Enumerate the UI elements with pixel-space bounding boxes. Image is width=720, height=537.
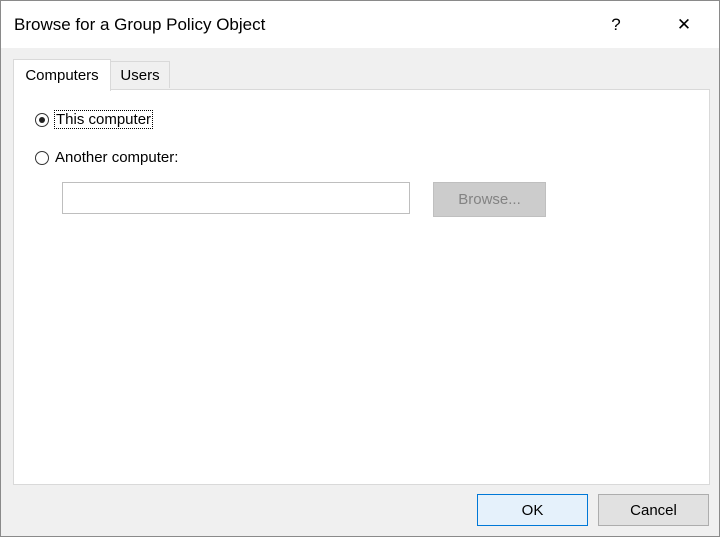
computers-panel: This computer Another computer: Browse..… — [13, 89, 710, 485]
this-computer-label: This computer — [53, 110, 154, 129]
another-computer-option[interactable]: Another computer: — [35, 149, 178, 166]
another-computer-label: Another computer: — [55, 149, 179, 166]
dialog-title: Browse for a Group Policy Object — [14, 15, 266, 34]
tab-users-label: Users — [120, 66, 160, 84]
this-computer-radio[interactable] — [35, 112, 49, 127]
browse-button[interactable]: Browse... — [433, 182, 546, 217]
cancel-button[interactable]: Cancel — [598, 494, 709, 526]
tab-computers-label: Computers — [25, 67, 99, 84]
help-icon: ? — [611, 14, 621, 34]
computer-name-input[interactable] — [62, 182, 410, 214]
this-computer-option[interactable]: This computer — [35, 110, 154, 129]
another-computer-radio[interactable] — [35, 150, 49, 165]
ok-button[interactable]: OK — [477, 494, 588, 526]
title-bar: Browse for a Group Policy Object ? ✕ — [1, 1, 719, 48]
tab-computers[interactable]: Computers — [13, 59, 111, 91]
close-icon: ✕ — [676, 14, 692, 34]
dialog-window: Browse for a Group Policy Object ? ✕ Com… — [0, 0, 720, 537]
tab-users[interactable]: Users — [110, 61, 170, 88]
close-button[interactable]: ✕ — [661, 1, 707, 48]
help-button[interactable]: ? — [593, 1, 639, 48]
